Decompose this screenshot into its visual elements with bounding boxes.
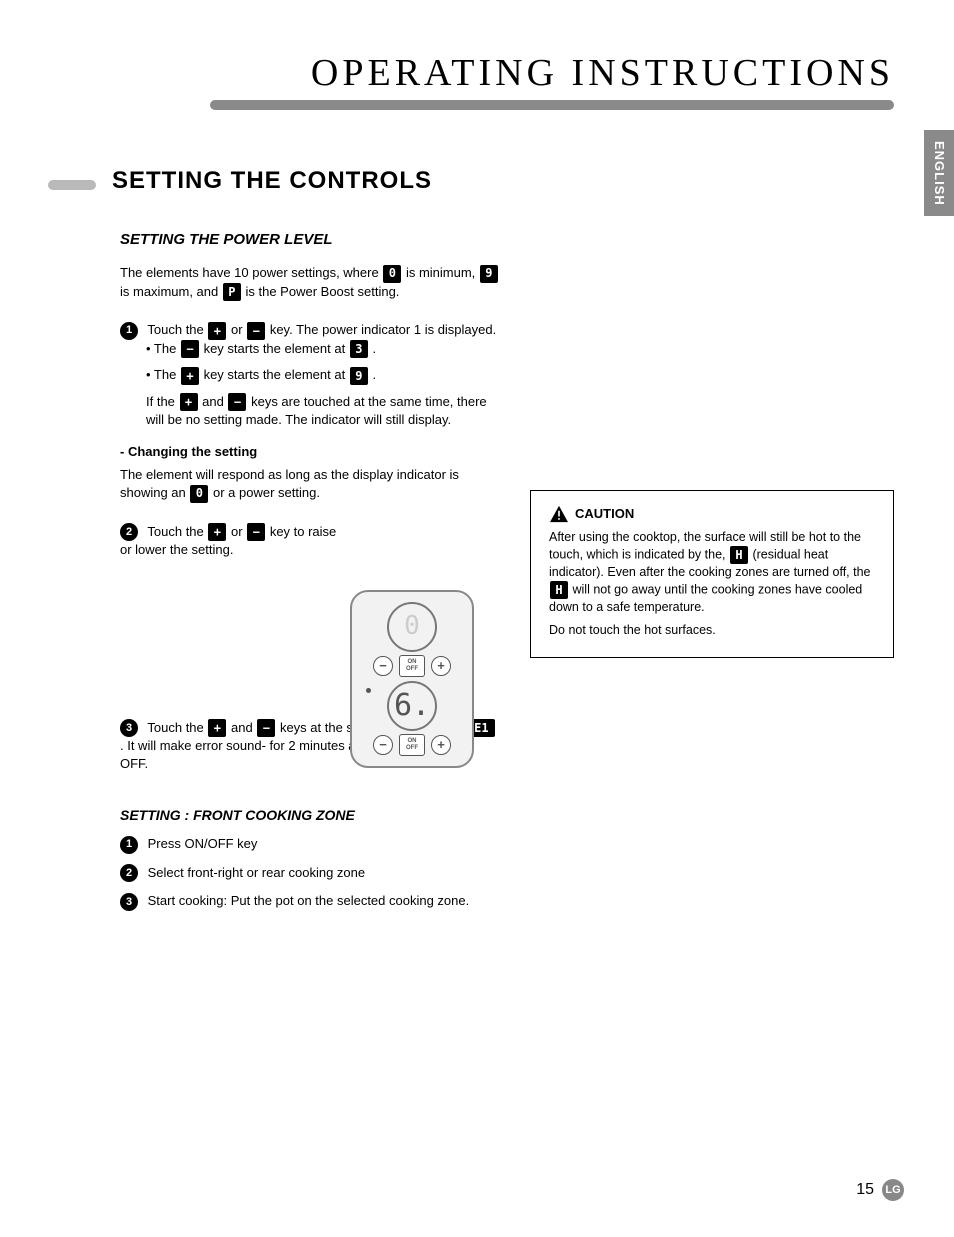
page-title: OPERATING INSTRUCTIONS bbox=[311, 48, 894, 99]
on-off-button[interactable]: ON OFF bbox=[399, 734, 425, 756]
text: Touch the bbox=[147, 524, 207, 539]
minus-key-icon: − bbox=[247, 322, 265, 340]
action-1: 1 Press ON/OFF key bbox=[120, 835, 500, 854]
text: If the bbox=[146, 394, 179, 409]
digit-nine-icon: 9 bbox=[480, 265, 498, 283]
step-number-2-icon: 2 bbox=[120, 523, 138, 541]
letter-p-icon: P bbox=[223, 283, 241, 301]
text: or bbox=[231, 524, 246, 539]
warning-triangle-icon bbox=[549, 505, 569, 523]
action-3: 3 Start cooking: Put the pot on the sele… bbox=[120, 892, 500, 911]
text: • The bbox=[146, 341, 180, 356]
page-number: 15 bbox=[856, 1179, 874, 1201]
minus-key-icon: − bbox=[228, 393, 246, 411]
plus-key-icon: + bbox=[208, 523, 226, 541]
text: is maximum, and bbox=[120, 284, 222, 299]
text: Touch the bbox=[147, 322, 207, 337]
step-1: 1 Touch the + or − key. The power indica… bbox=[120, 321, 500, 429]
text: Select front-right or rear cooking zone bbox=[148, 865, 366, 880]
section-heading: SETTING THE CONTROLS bbox=[112, 165, 432, 197]
caution-heading: CAUTION bbox=[549, 505, 875, 523]
on-off-button[interactable]: ON OFF bbox=[399, 655, 425, 677]
text: key starts the element at bbox=[204, 367, 349, 382]
section-subheading: SETTING THE POWER LEVEL bbox=[120, 230, 333, 250]
digit-three-icon: 3 bbox=[350, 340, 368, 358]
step-number-1-icon: 1 bbox=[120, 836, 138, 854]
text: or a power setting. bbox=[213, 485, 320, 500]
text: Press ON/OFF key bbox=[148, 836, 258, 851]
step-2: 2 Touch the + or − key to raise or lower… bbox=[120, 523, 340, 559]
text: is the Power Boost setting. bbox=[246, 284, 400, 299]
letter-h-icon: H bbox=[730, 546, 748, 564]
language-tab: ENGLISH bbox=[924, 130, 954, 216]
step-number-2-icon: 2 bbox=[120, 864, 138, 882]
control-row-lower: − ON OFF + bbox=[373, 734, 451, 756]
display-upper: 0 bbox=[387, 602, 437, 652]
plus-key-icon: + bbox=[181, 367, 199, 385]
text: is minimum, bbox=[406, 265, 479, 280]
caution-label: CAUTION bbox=[575, 505, 634, 523]
minus-key-icon: − bbox=[181, 340, 199, 358]
plus-key-icon: + bbox=[208, 322, 226, 340]
indicator-dot-icon bbox=[366, 688, 371, 693]
control-row-upper: − ON OFF + bbox=[373, 655, 451, 677]
on-label: ON bbox=[408, 659, 417, 666]
text: key. The power indicator 1 is displayed. bbox=[270, 322, 496, 337]
step-number-3-icon: 3 bbox=[120, 719, 138, 737]
lg-logo-icon: LG bbox=[882, 1179, 904, 1201]
plus-button[interactable]: + bbox=[431, 735, 451, 755]
text: • The bbox=[146, 367, 180, 382]
minus-button[interactable]: − bbox=[373, 656, 393, 676]
step-number-3-icon: 3 bbox=[120, 893, 138, 911]
plus-button[interactable]: + bbox=[431, 656, 451, 676]
text: Start cooking: Put the pot on the select… bbox=[148, 893, 470, 908]
text: The elements have 10 power settings, whe… bbox=[120, 265, 379, 280]
changing-setting-title: - Changing the setting bbox=[120, 443, 500, 461]
text: or bbox=[231, 322, 246, 337]
changing-setting-intro: The element will respond as long as the … bbox=[120, 466, 500, 502]
text: will not go away until the cooking zones… bbox=[549, 582, 862, 614]
on-label: ON bbox=[408, 738, 417, 745]
text: . bbox=[372, 341, 376, 356]
text: Touch the bbox=[147, 720, 207, 735]
off-label: OFF bbox=[406, 745, 418, 752]
minus-key-icon: − bbox=[257, 719, 275, 737]
digit-zero-icon: 0 bbox=[383, 265, 401, 283]
minus-button[interactable]: − bbox=[373, 735, 393, 755]
header-rule bbox=[210, 100, 894, 110]
control-panel-figure: 0 − ON OFF + 6. − ON OFF + bbox=[350, 590, 474, 768]
text: and bbox=[202, 394, 227, 409]
step-number-1-icon: 1 bbox=[120, 322, 138, 340]
page-footer: 15 LG bbox=[856, 1179, 904, 1201]
letter-h-icon: H bbox=[550, 581, 568, 599]
display-lower: 6. bbox=[387, 681, 437, 731]
text: Do not touch the hot surfaces. bbox=[549, 622, 875, 639]
minus-key-icon: − bbox=[247, 523, 265, 541]
digit-nine-icon: 9 bbox=[350, 367, 368, 385]
caution-box: CAUTION After using the cooktop, the sur… bbox=[530, 490, 894, 658]
intro-paragraph: The elements have 10 power settings, whe… bbox=[120, 264, 500, 301]
section-bullet-bar bbox=[48, 180, 96, 190]
digit-zero-icon: 0 bbox=[190, 485, 208, 503]
action-2: 2 Select front-right or rear cooking zon… bbox=[120, 864, 500, 883]
plus-key-icon: + bbox=[208, 719, 226, 737]
off-label: OFF bbox=[406, 666, 418, 673]
plus-key-icon: + bbox=[180, 393, 198, 411]
actions-subheading: SETTING : FRONT COOKING ZONE bbox=[120, 806, 500, 825]
text: . bbox=[372, 367, 376, 382]
text: and bbox=[231, 720, 256, 735]
caution-body: After using the cooktop, the surface wil… bbox=[549, 529, 875, 639]
text: key starts the element at bbox=[204, 341, 349, 356]
